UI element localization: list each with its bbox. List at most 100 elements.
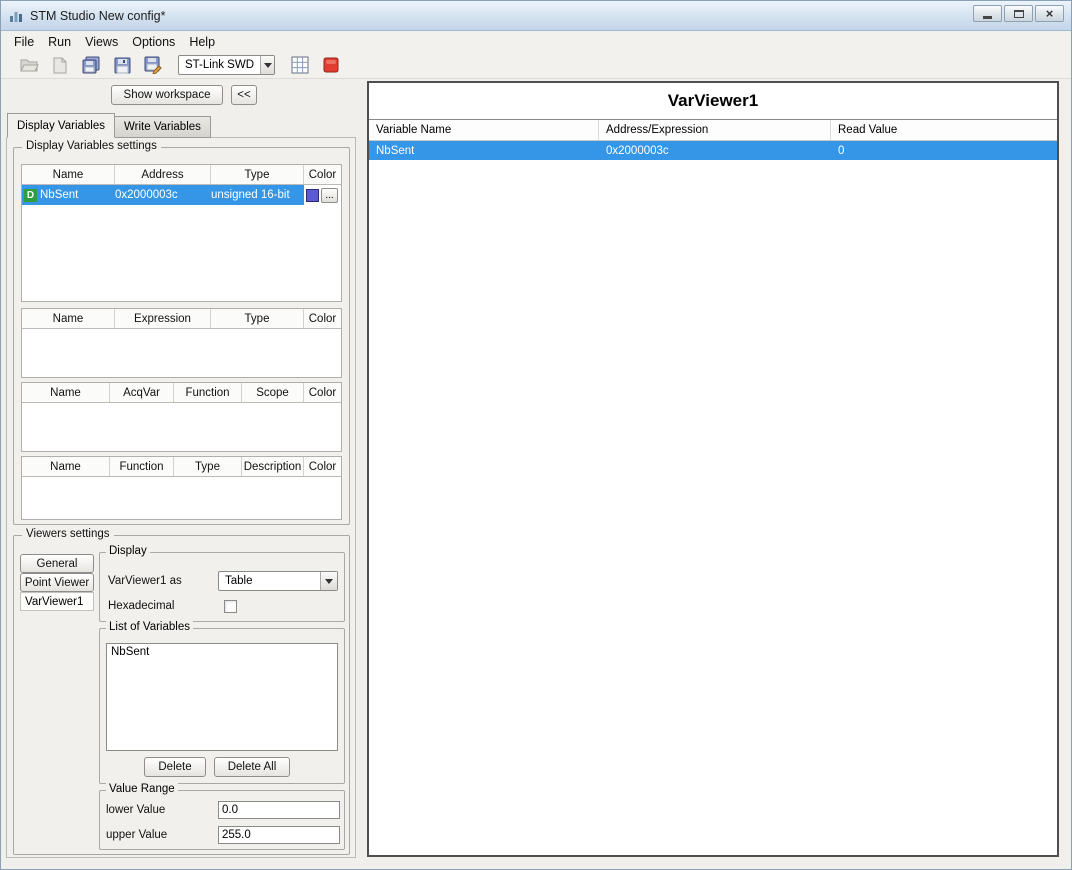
viewers-grid-button[interactable] — [288, 54, 312, 77]
column-header-type[interactable]: Type — [174, 457, 242, 476]
save-all-icon — [82, 56, 99, 74]
record-stop-button[interactable] — [319, 54, 343, 77]
open-config-button[interactable] — [17, 54, 41, 77]
color-picker-button[interactable]: ... — [321, 187, 338, 203]
column-header-color[interactable]: Color — [304, 457, 341, 476]
column-header-scope[interactable]: Scope — [242, 383, 304, 402]
varviewer-as-select[interactable]: Table — [218, 571, 338, 591]
variable-name: NbSent — [376, 144, 415, 157]
menu-file[interactable]: File — [7, 33, 41, 51]
menu-options[interactable]: Options — [125, 33, 182, 51]
subgroup-title: Display — [106, 545, 150, 557]
column-header-color[interactable]: Color — [304, 309, 341, 328]
column-header-function[interactable]: Function — [110, 457, 174, 476]
selected-row-span: D NbSent 0x2000003c unsigned 16-bit — [22, 185, 304, 205]
column-header-name[interactable]: Name — [22, 383, 110, 402]
variable-type: unsigned 16-bit — [211, 189, 290, 201]
menu-bar: File Run Views Options Help — [1, 32, 1071, 52]
column-header-name[interactable]: Name — [22, 309, 115, 328]
menu-views[interactable]: Views — [78, 33, 125, 51]
upper-value-label: upper Value — [106, 829, 168, 841]
maximize-icon — [1013, 9, 1024, 18]
viewer-item-varviewer1[interactable]: VarViewer1 — [20, 592, 94, 611]
record-stop-icon — [323, 57, 339, 73]
save-all-button[interactable] — [79, 54, 103, 77]
display-type-badge: D — [24, 188, 37, 202]
variables-listbox[interactable]: NbSent — [106, 643, 338, 751]
tab-display-variables[interactable]: Display Variables — [7, 113, 115, 138]
save-as-icon — [144, 56, 162, 74]
app-icon — [10, 11, 22, 22]
lower-value-label: lower Value — [106, 804, 166, 816]
titlebar: STM Studio New config* × — [1, 1, 1071, 31]
varviewer-as-value: Table — [225, 575, 253, 587]
column-header-address-expression[interactable]: Address/Expression — [599, 120, 831, 140]
column-header-read-value[interactable]: Read Value — [831, 120, 1057, 140]
chevron-down-icon — [320, 572, 337, 590]
column-header-color[interactable]: Color — [304, 165, 341, 184]
color-swatch[interactable] — [306, 188, 319, 202]
new-config-button[interactable] — [48, 54, 72, 77]
maximize-button[interactable] — [1004, 5, 1033, 22]
column-header-name[interactable]: Name — [22, 165, 115, 184]
menu-help[interactable]: Help — [182, 33, 222, 51]
chevron-down-icon — [260, 56, 274, 74]
collapse-panel-button[interactable]: << — [231, 85, 257, 105]
list-of-variables-subgroup: List of Variables NbSent Delete Delete A… — [99, 621, 345, 784]
minimize-icon — [983, 15, 992, 19]
display-subgroup: Display VarViewer1 as Table Hexadecimal — [99, 545, 345, 622]
window-title: STM Studio New config* — [30, 8, 166, 23]
delete-button[interactable]: Delete — [144, 757, 206, 777]
save-config-button[interactable] — [110, 54, 134, 77]
subgroup-title: List of Variables — [106, 621, 193, 633]
varviewer-pane: VarViewer1 Variable Name Address/Express… — [367, 81, 1059, 857]
app-window: STM Studio New config* × File Run Views … — [0, 0, 1072, 870]
column-header-acqvar[interactable]: AcqVar — [110, 383, 174, 402]
column-header-type[interactable]: Type — [211, 165, 304, 184]
table-grid-icon — [291, 56, 309, 74]
close-icon: × — [1045, 6, 1054, 21]
table-header-row: Name AcqVar Function Scope Color — [22, 383, 341, 403]
column-header-address[interactable]: Address — [115, 165, 211, 184]
column-header-expression[interactable]: Expression — [115, 309, 211, 328]
column-header-type[interactable]: Type — [211, 309, 304, 328]
acquisition-variables-table: Name AcqVar Function Scope Color — [21, 382, 342, 452]
window-controls: × — [973, 5, 1064, 22]
varviewer-row[interactable]: NbSent 0x2000003c 0 — [369, 141, 1057, 160]
toolbar: ST-Link SWD — [1, 52, 1071, 79]
probe-select[interactable]: ST-Link SWD — [178, 55, 275, 75]
table-header-row: Name Function Type Description Color — [22, 457, 341, 477]
show-workspace-button[interactable]: Show workspace — [111, 85, 223, 105]
display-variables-settings-group: Display Variables settings Name Address … — [13, 140, 350, 525]
hexadecimal-label: Hexadecimal — [108, 600, 175, 612]
hexadecimal-checkbox[interactable] — [224, 600, 237, 613]
subgroup-title: Value Range — [106, 783, 178, 795]
save-icon — [114, 57, 130, 73]
column-header-variable-name[interactable]: Variable Name — [369, 120, 599, 140]
variable-read-value: 0 — [838, 144, 845, 157]
lower-value-input[interactable] — [218, 801, 340, 819]
variable-name: NbSent — [40, 189, 79, 201]
table-header-row: Name Address Type Color — [22, 165, 341, 185]
minimize-button[interactable] — [973, 5, 1002, 22]
varviewer-as-label: VarViewer1 as — [108, 575, 182, 587]
varviewer-header-row: Variable Name Address/Expression Read Va… — [369, 120, 1057, 141]
viewer-item-general[interactable]: General — [20, 554, 94, 573]
close-button[interactable]: × — [1035, 5, 1064, 22]
column-header-function[interactable]: Function — [174, 383, 242, 402]
value-range-subgroup: Value Range lower Value upper Value — [99, 783, 345, 850]
left-tabstrip: Display Variables Write Variables — [7, 113, 211, 138]
column-header-description[interactable]: Description — [242, 457, 304, 476]
tab-write-variables[interactable]: Write Variables — [114, 116, 211, 138]
upper-value-input[interactable] — [218, 826, 340, 844]
menu-run[interactable]: Run — [41, 33, 78, 51]
save-as-button[interactable] — [141, 54, 165, 77]
delete-all-button[interactable]: Delete All — [214, 757, 290, 777]
table-row[interactable]: D NbSent 0x2000003c unsigned 16-bit ... — [22, 185, 341, 205]
variable-address: 0x2000003c — [115, 189, 178, 201]
expression-variables-table: Name Expression Type Color — [21, 308, 342, 378]
column-header-color[interactable]: Color — [304, 383, 341, 402]
list-item[interactable]: NbSent — [107, 644, 337, 660]
viewer-item-point-viewer[interactable]: Point Viewer — [20, 573, 94, 592]
column-header-name[interactable]: Name — [22, 457, 110, 476]
